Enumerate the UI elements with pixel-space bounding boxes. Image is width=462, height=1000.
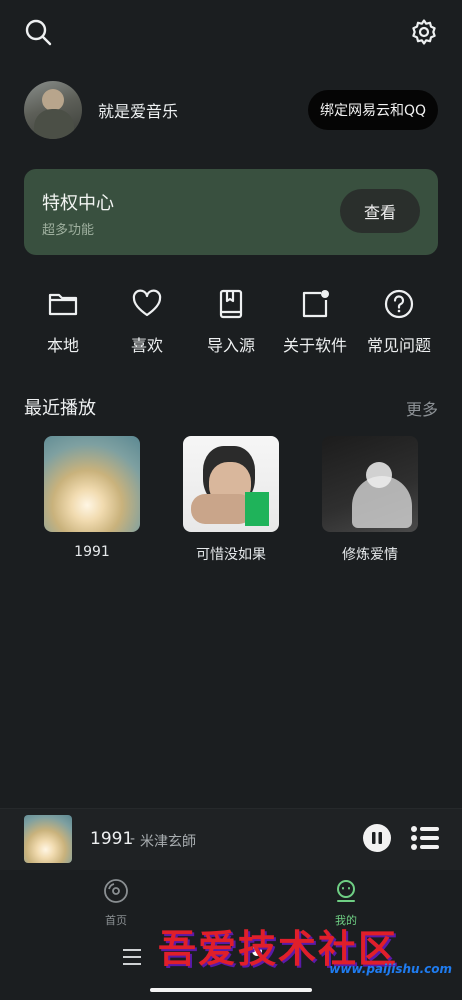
gesture-bar[interactable] [150,988,312,992]
recent-album[interactable]: 可惜没如果 [163,436,299,564]
menu-icon[interactable] [122,948,142,966]
quick-actions: 本地 喜欢 导入源 关于软件 常见问题 [24,288,438,358]
avatar[interactable] [24,81,82,139]
quick-action-label: 关于软件 [282,336,347,355]
album-cover[interactable] [44,436,140,532]
album-name: 1991 [74,544,110,560]
album-cover[interactable] [183,436,279,532]
now-playing-title: 1991 [90,829,134,849]
album-name: 可惜没如果 [196,547,266,563]
recent-albums: 1991 可惜没如果 修炼爱情 [24,436,438,564]
quick-action-like[interactable]: 喜欢 [108,288,186,358]
watermark: 吾爱技术社区 www.paijishu.com [158,918,458,978]
watermark-url: www.paijishu.com [329,962,452,976]
album-cover[interactable] [322,436,418,532]
playlist-icon [411,826,439,850]
quick-action-label: 常见问题 [366,336,431,355]
now-playing-cover[interactable] [24,815,72,863]
pause-button[interactable] [362,823,392,853]
quick-action-about[interactable]: 关于软件 [276,288,354,358]
recent-album[interactable]: 1991 [24,436,160,564]
settings-button[interactable] [406,14,442,50]
top-bar [0,14,462,54]
username[interactable]: 就是爱音乐 [98,98,308,122]
quick-action-label: 导入源 [206,336,255,355]
search-button[interactable] [20,14,56,50]
vip-card[interactable]: 特权中心 超多功能 查看 [24,169,438,255]
vip-title: 特权中心 [42,193,114,214]
recent-title: 最近播放 [24,398,96,419]
now-playing-separator: - [130,831,136,847]
gear-icon [412,19,436,45]
bind-account-button[interactable]: 绑定网易云和QQ [307,90,438,130]
vip-view-button[interactable]: 查看 [340,189,420,233]
quick-action-import[interactable]: 导入源 [192,288,270,358]
playlist-button[interactable] [410,823,440,853]
book-icon [219,289,243,319]
recent-header: 最近播放 更多 [24,394,438,420]
mini-player[interactable]: 1991 - 米津玄師 [0,808,462,870]
pause-icon [363,824,391,852]
quick-action-label: 喜欢 [130,336,163,355]
user-face-icon [337,880,355,902]
disc-icon [104,879,128,903]
tab-home[interactable]: 首页 [86,878,146,928]
quick-action-faq[interactable]: 常见问题 [360,288,438,358]
profile-row: 就是爱音乐 绑定网易云和QQ [24,80,438,140]
recent-more-link[interactable]: 更多 [406,396,438,420]
heart-icon [132,289,162,317]
vip-subtitle: 超多功能 [42,223,95,238]
tab-home-label: 首页 [105,914,127,927]
folder-icon [48,293,78,316]
search-icon [25,19,52,46]
recent-album[interactable]: 修炼爱情 [302,436,438,564]
quick-action-local[interactable]: 本地 [24,288,102,358]
album-name: 修炼爱情 [342,547,398,563]
quick-action-label: 本地 [46,336,79,355]
now-playing-artist: 米津玄師 [140,834,196,850]
help-icon [384,289,414,319]
info-card-icon [302,290,329,318]
